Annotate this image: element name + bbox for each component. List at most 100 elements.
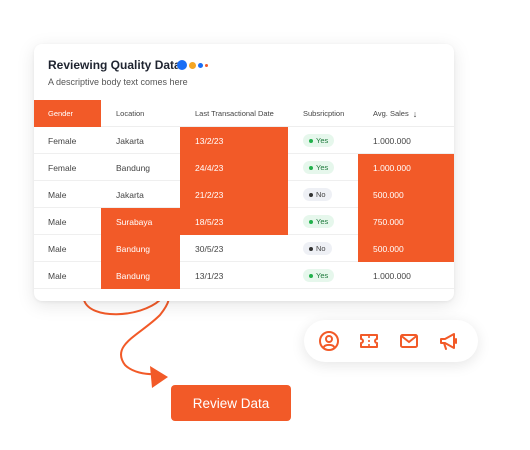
- cell-sales: 750.000: [358, 208, 454, 235]
- cell-gender: Female: [34, 154, 101, 181]
- cell-location-value: Jakarta: [116, 135, 144, 146]
- data-card: Reviewing Quality Data A descriptive bod…: [34, 44, 454, 301]
- review-data-button[interactable]: Review Data: [171, 385, 291, 421]
- header-subscription[interactable]: Subsricption: [288, 100, 358, 127]
- header-subscription-label: Subsricption: [303, 109, 345, 118]
- cell-location: Jakarta: [101, 181, 180, 208]
- cell-subscription: No: [288, 235, 358, 262]
- cell-location: Surabaya: [101, 208, 180, 235]
- mail-icon[interactable]: [398, 330, 420, 352]
- cell-gender-value: Female: [48, 135, 77, 146]
- cell-location: Jakarta: [101, 127, 180, 154]
- cell-gender: Male: [34, 235, 101, 262]
- header-gender-label: Gender: [48, 109, 74, 118]
- cell-gender: Female: [34, 127, 101, 154]
- small-blue-dot: [198, 63, 203, 68]
- header-avg-sales[interactable]: Avg. Sales ↓: [358, 100, 454, 127]
- cell-date-value: 24/4/23: [195, 162, 224, 173]
- table-row[interactable]: Male Surabaya 18/5/23 Yes 750.000: [34, 208, 454, 235]
- cell-subscription: Yes: [288, 127, 358, 154]
- orange-dot: [189, 62, 196, 69]
- cell-location: Bandung: [101, 262, 180, 289]
- card-header: Reviewing Quality Data A descriptive bod…: [34, 44, 454, 100]
- sort-down-icon[interactable]: ↓: [413, 109, 418, 119]
- status-badge-label: Yes: [316, 217, 329, 226]
- review-data-label: Review Data: [192, 395, 270, 411]
- cell-location-value: Bandung: [116, 270, 151, 281]
- cell-date: 13/2/23: [180, 127, 288, 154]
- cell-gender: Male: [34, 208, 101, 235]
- cell-gender: Male: [34, 262, 101, 289]
- status-badge-label: Yes: [316, 136, 329, 145]
- card-description: A descriptive body text comes here: [48, 77, 188, 87]
- cell-sales: 1.000.000: [358, 127, 454, 154]
- cell-sales: 500.000: [358, 181, 454, 208]
- user-circle-icon[interactable]: [318, 330, 340, 352]
- header-last-date-label: Last Transactional Date: [195, 109, 274, 118]
- cell-sales: 1.000.000: [358, 154, 454, 181]
- status-badge: No: [303, 242, 332, 255]
- cell-gender: Male: [34, 181, 101, 208]
- status-badge: Yes: [303, 161, 335, 174]
- status-badge: No: [303, 188, 332, 201]
- cell-date: 13/1/23: [180, 262, 288, 289]
- cell-date-value: 18/5/23: [195, 216, 224, 227]
- table-row[interactable]: Male Bandung 30/5/23 No 500.000: [34, 235, 454, 262]
- cell-gender-value: Male: [48, 189, 67, 200]
- status-badge-label: No: [316, 190, 326, 199]
- cell-date: 18/5/23: [180, 208, 288, 235]
- cell-date: 30/5/23: [180, 235, 288, 262]
- status-dot-icon: [309, 138, 313, 143]
- status-badge-label: Yes: [316, 271, 329, 280]
- cell-gender-value: Male: [48, 270, 67, 281]
- cell-location-value: Surabaya: [116, 216, 153, 227]
- cell-sales-value: 500.000: [373, 189, 404, 200]
- status-badge-label: No: [316, 244, 326, 253]
- status-dot-icon: [309, 246, 313, 251]
- header-gender[interactable]: Gender: [34, 100, 101, 127]
- cell-location-value: Bandung: [116, 243, 151, 254]
- cell-date: 21/2/23: [180, 181, 288, 208]
- cell-subscription: Yes: [288, 262, 358, 289]
- status-dot-icon: [309, 219, 313, 224]
- cell-sales: 500.000: [358, 235, 454, 262]
- ticket-icon[interactable]: [358, 330, 380, 352]
- header-avg-sales-label: Avg. Sales: [373, 109, 409, 118]
- cell-gender-value: Male: [48, 243, 67, 254]
- cell-location-value: Bandung: [116, 162, 151, 173]
- cell-date-value: 21/2/23: [195, 189, 224, 200]
- cell-sales-value: 1.000.000: [373, 135, 411, 146]
- status-badge: Yes: [303, 269, 335, 282]
- table-row[interactable]: Male Bandung 13/1/23 Yes 1.000.000: [34, 262, 454, 289]
- header-last-date[interactable]: Last Transactional Date: [180, 100, 288, 127]
- cell-date-value: 30/5/23: [195, 243, 224, 254]
- table-row[interactable]: Female Jakarta 13/2/23 Yes 1.000.000: [34, 127, 454, 154]
- status-dot-icon: [309, 273, 313, 278]
- icon-toolbar: [304, 320, 478, 362]
- cell-sales-value: 1.000.000: [373, 270, 411, 281]
- cell-location: Bandung: [101, 235, 180, 262]
- status-dot-icon: [309, 192, 313, 197]
- cell-date-value: 13/1/23: [195, 270, 224, 281]
- cell-subscription: Yes: [288, 208, 358, 235]
- cell-date: 24/4/23: [180, 154, 288, 181]
- cell-location-value: Jakarta: [116, 189, 144, 200]
- tiny-orange-dot: [205, 64, 208, 67]
- megaphone-icon[interactable]: [438, 330, 460, 352]
- cell-subscription: No: [288, 181, 358, 208]
- header-location-label: Location: [116, 109, 145, 118]
- cell-sales-value: 750.000: [373, 216, 404, 227]
- table-row[interactable]: Female Bandung 24/4/23 Yes 1.000.000: [34, 154, 454, 181]
- header-location[interactable]: Location: [101, 100, 180, 127]
- status-badge-label: Yes: [316, 163, 329, 172]
- blue-dot: [177, 60, 187, 70]
- status-badge: Yes: [303, 134, 335, 147]
- table-row[interactable]: Male Jakarta 21/2/23 No 500.000: [34, 181, 454, 208]
- cell-sales-value: 500.000: [373, 243, 404, 254]
- card-title: Reviewing Quality Data: [48, 58, 181, 72]
- cell-gender-value: Male: [48, 216, 67, 227]
- cell-date-value: 13/2/23: [195, 135, 224, 146]
- cell-sales-value: 1.000.000: [373, 162, 411, 173]
- cell-sales: 1.000.000: [358, 262, 454, 289]
- cell-gender-value: Female: [48, 162, 77, 173]
